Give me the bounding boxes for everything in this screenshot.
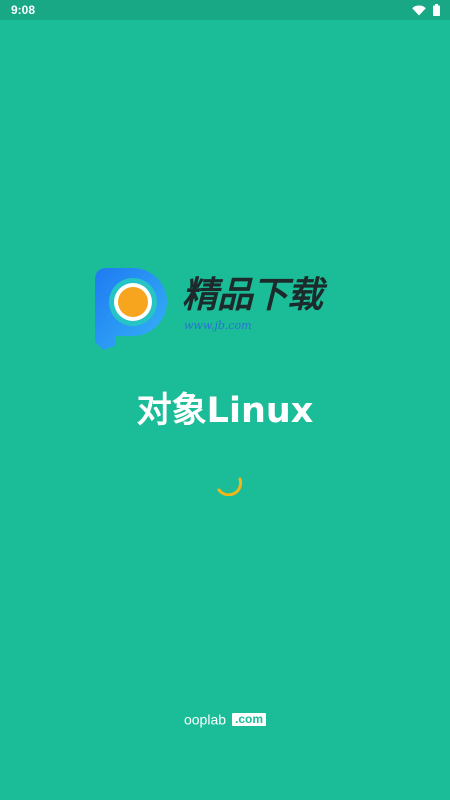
footer: ooplab .com: [0, 709, 450, 728]
wifi-icon: [412, 5, 426, 16]
status-time: 9:08: [11, 3, 36, 17]
brand-url: www.jb.com: [184, 319, 252, 332]
status-bar: 9:08: [0, 0, 450, 20]
footer-domain: .com: [232, 712, 267, 726]
app-name: 对象Linux: [136, 391, 314, 431]
brand-title: 精品下载: [182, 275, 323, 316]
battery-icon: [433, 4, 440, 16]
loading-spinner-icon: [217, 477, 243, 496]
splash-screen: 9:08 精品下载 www.jb.com 对象Linux ooplab .com: [0, 0, 450, 800]
footer-name: ooplab: [183, 711, 227, 728]
p-logo-icon: [95, 268, 167, 350]
status-icons: [412, 3, 440, 17]
